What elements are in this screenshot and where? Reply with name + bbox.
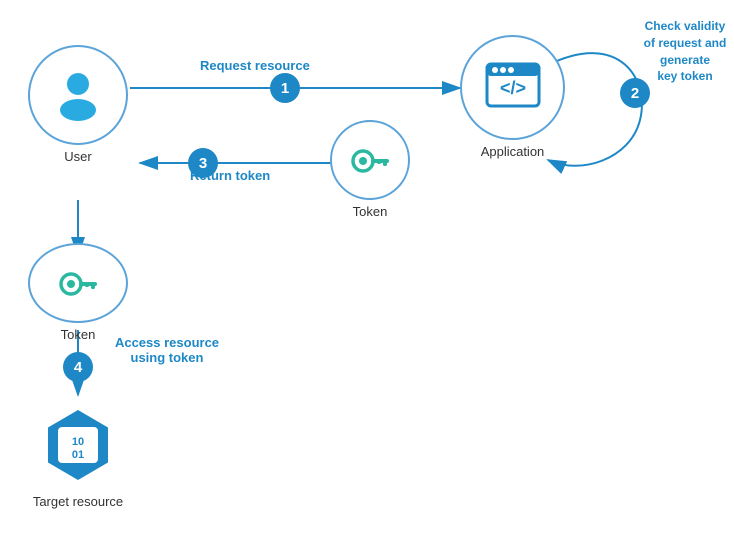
svg-text:01: 01 [72,449,84,461]
request-resource-label: Request resource [200,58,310,73]
application-node: </> Application [460,35,565,159]
diagram-container: User 1 Request resource </> Application … [0,0,734,535]
svg-text:</>: </> [499,78,525,98]
svg-text:10: 10 [72,436,84,448]
target-node: 10 01 Target resource [28,400,128,509]
check-validity-label: Check validityof request andgeneratekey … [640,18,730,85]
target-icon: 10 01 [38,405,118,485]
token-user-label: Token [61,327,96,342]
user-icon [51,68,105,122]
step2-circle: 2 [620,78,650,108]
access-resource-label: Access resourceusing token [102,335,232,365]
app-icon: </> [481,56,545,120]
token-center-label: Token [353,204,388,219]
step3-circle: 3 [188,148,218,178]
target-label: Target resource [33,494,123,509]
step4-circle: 4 [63,352,93,382]
application-label: Application [481,144,545,159]
token-center-node: Token [330,120,410,219]
token-user-icon [55,260,101,306]
token-user-node: Token [28,243,128,342]
user-label: User [64,149,91,164]
step1-circle: 1 [270,73,300,103]
token-center-icon [347,137,393,183]
user-node: User [28,45,128,164]
